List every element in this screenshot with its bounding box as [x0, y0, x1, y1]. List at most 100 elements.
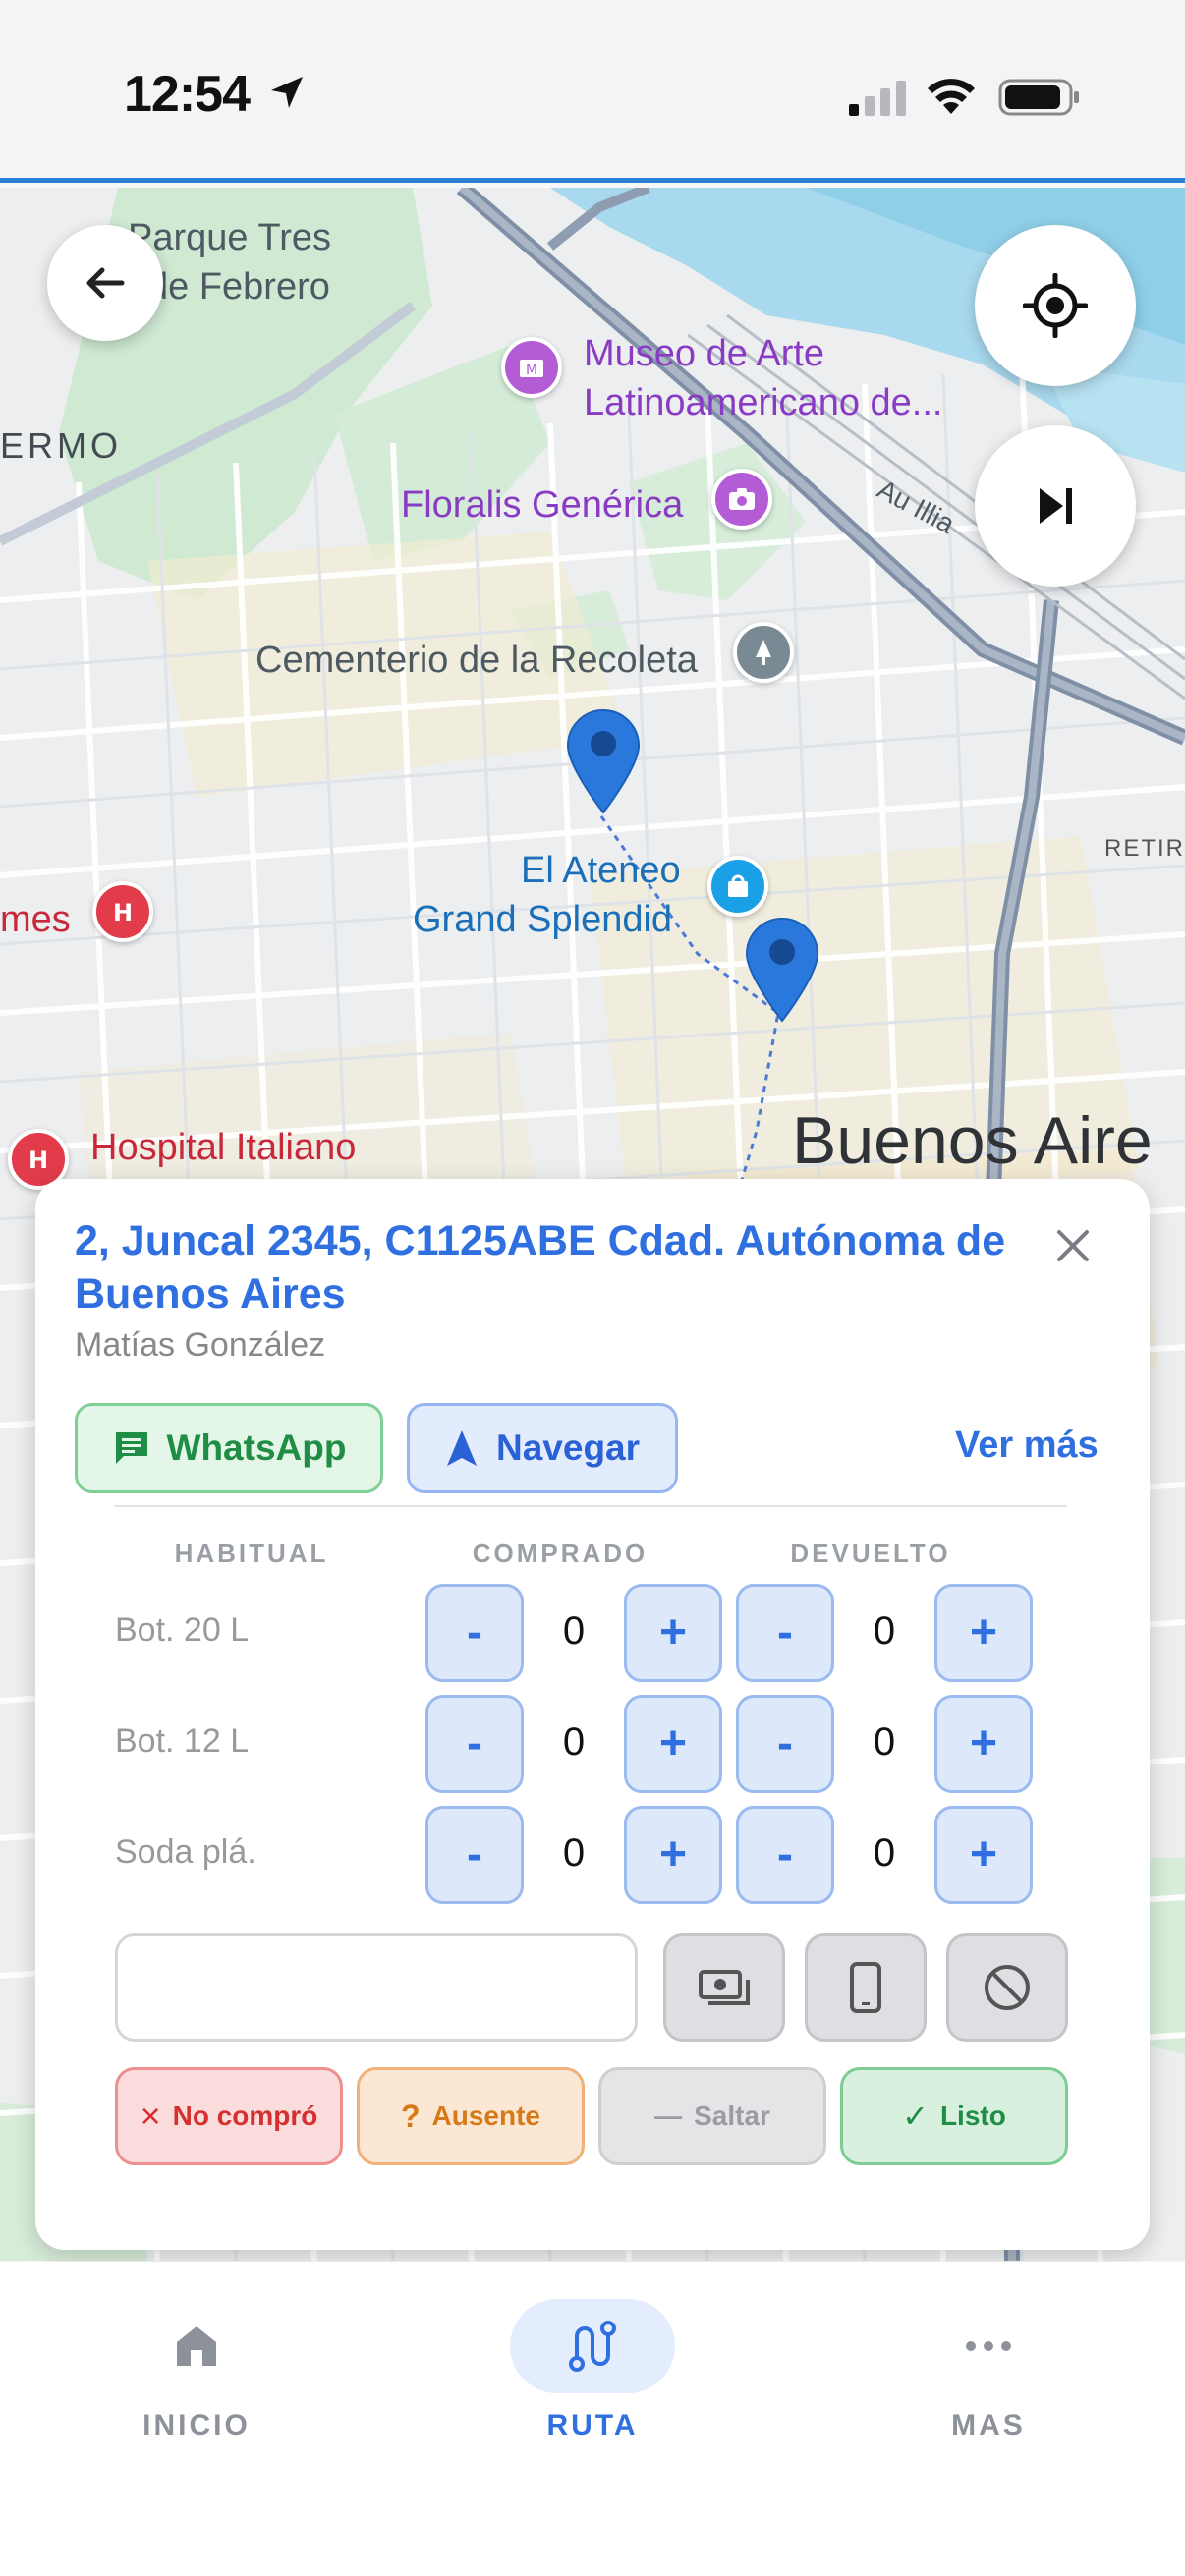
devuelto-minus-button[interactable]: - — [736, 1695, 834, 1793]
map-label-floralis: Floralis Genérica — [401, 484, 684, 526]
comprado-quantity: 0 — [562, 1609, 586, 1652]
comprado-minus-button[interactable]: - — [425, 1584, 524, 1682]
saltar-button[interactable]: — Saltar — [598, 2067, 826, 2165]
svg-text:H: H — [113, 899, 133, 926]
map-label-ateneo: El Ateneo — [521, 850, 681, 891]
navigate-button[interactable]: Navegar — [407, 1403, 678, 1493]
nav-label-mas: MAS — [951, 2409, 1026, 2441]
svg-text:H: H — [28, 1147, 48, 1174]
close-button[interactable] — [1047, 1220, 1099, 1271]
map-label-mes: mes — [0, 899, 71, 940]
devuelto-quantity: 0 — [873, 1609, 896, 1652]
nav-item-inicio[interactable]: INICIO — [69, 2299, 324, 2476]
devuelto-minus-button[interactable]: - — [736, 1806, 834, 1904]
no-payment-button[interactable] — [946, 1933, 1068, 2042]
comprado-quantity: 0 — [562, 1831, 586, 1875]
question-icon: ? — [400, 2098, 421, 2134]
product-name: Soda plá. — [115, 1833, 256, 1871]
nav-pill — [510, 2299, 675, 2393]
divider — [114, 1505, 1067, 1507]
cemetery-poi-icon[interactable] — [733, 622, 794, 683]
nav-item-ruta[interactable]: RUTA — [465, 2299, 720, 2476]
skip-next-icon — [1040, 488, 1072, 524]
nav-item-mas[interactable]: MAS — [861, 2299, 1116, 2476]
map-label-hospital: Hospital Italiano — [90, 1127, 357, 1168]
map-label-museo: Museo de Arte — [584, 333, 825, 374]
map-label-district: ERMO — [0, 425, 122, 466]
cash-icon — [699, 1970, 750, 2005]
nav-pill — [114, 2299, 279, 2393]
observation-input[interactable] — [115, 1933, 638, 2042]
message-icon — [115, 1432, 147, 1464]
close-icon: × — [140, 2096, 161, 2136]
home-icon — [177, 2326, 216, 2366]
crosshair-location-icon — [1023, 273, 1088, 338]
cash-payment-button[interactable] — [663, 1933, 785, 2042]
devuelto-quantity: 0 — [873, 1720, 896, 1764]
bottom-navigation: INICIO RUTA MAS — [0, 2262, 1185, 2576]
ausente-button[interactable]: ? Ausente — [357, 2067, 585, 2165]
ausente-label: Ausente — [431, 2100, 540, 2131]
battery-icon — [998, 79, 1079, 116]
devuelto-quantity: 0 — [873, 1831, 896, 1875]
map-label-febrero: de Febrero — [147, 266, 330, 308]
check-icon: ✓ — [902, 2099, 929, 2134]
skip-next-button[interactable] — [975, 425, 1136, 587]
whatsapp-button[interactable]: WhatsApp — [75, 1403, 383, 1493]
smartphone-icon — [850, 1962, 881, 2013]
column-header-comprado: COMPRADO — [472, 1539, 649, 1568]
comprado-plus-button[interactable]: + — [624, 1806, 722, 1904]
my-location-button[interactable] — [975, 225, 1136, 386]
route-stop-pin-icon[interactable] — [564, 706, 643, 814]
nav-label-ruta: RUTA — [546, 2409, 639, 2441]
back-button[interactable] — [47, 225, 163, 341]
product-name: Bot. 12 L — [115, 1722, 250, 1760]
camera-poi-icon[interactable] — [711, 469, 772, 530]
transfer-payment-button[interactable] — [805, 1933, 927, 2042]
navigate-label: Navegar — [495, 1428, 641, 1468]
devuelto-plus-button[interactable]: + — [934, 1695, 1033, 1793]
column-header-habitual: HABITUAL — [174, 1539, 329, 1568]
listo-label: Listo — [939, 2100, 1006, 2131]
comprado-minus-button[interactable]: - — [425, 1806, 524, 1904]
map-label-retiro: RETIR — [1104, 835, 1185, 862]
map-label-parque: Parque Tres — [128, 217, 331, 258]
comprado-quantity: 0 — [562, 1720, 586, 1764]
status-bar: 12:54 — [0, 0, 1185, 183]
map-label-museo-2: Latinoamericano de... — [584, 382, 943, 423]
no-compro-label: No compró — [172, 2100, 318, 2131]
client-name: Matías González — [75, 1326, 326, 1364]
nav-label-inicio: INICIO — [142, 2409, 251, 2441]
arrow-left-icon — [86, 267, 125, 299]
shopping-poi-icon[interactable] — [707, 856, 768, 917]
column-header-devuelto: DEVUELTO — [790, 1539, 951, 1568]
devuelto-plus-button[interactable]: + — [934, 1584, 1033, 1682]
devuelto-minus-button[interactable]: - — [736, 1584, 834, 1682]
nav-pill — [906, 2299, 1071, 2393]
listo-button[interactable]: ✓ Listo — [840, 2067, 1068, 2165]
museum-poi-icon[interactable]: M — [501, 337, 562, 398]
whatsapp-label: WhatsApp — [166, 1428, 347, 1468]
block-icon — [985, 1965, 1030, 2010]
stop-address: 2, Juncal 2345, C1125ABE Cdad. Autónoma … — [75, 1217, 1006, 1317]
status-time: 12:54 — [124, 66, 251, 123]
route-stop-pin-icon[interactable] — [743, 915, 821, 1023]
cellular-signal-icon — [849, 81, 906, 116]
wifi-icon — [928, 79, 975, 114]
ver-mas-link[interactable]: Ver más — [955, 1425, 1099, 1467]
svg-text:M: M — [526, 363, 537, 378]
hospital-poi-icon[interactable]: H — [92, 881, 153, 942]
close-icon — [1057, 1230, 1089, 1261]
dash-icon: — — [654, 2100, 683, 2131]
product-name: Bot. 20 L — [115, 1611, 250, 1649]
map-label-city: Buenos Aire — [792, 1103, 1153, 1178]
navigation-arrow-icon — [446, 1430, 477, 1466]
map-label-ateneo-2: Grand Splendid — [413, 899, 673, 940]
comprado-plus-button[interactable]: + — [624, 1584, 722, 1682]
comprado-minus-button[interactable]: - — [425, 1695, 524, 1793]
devuelto-plus-button[interactable]: + — [934, 1806, 1033, 1904]
comprado-plus-button[interactable]: + — [624, 1695, 722, 1793]
no-compro-button[interactable]: × No compró — [115, 2067, 343, 2165]
more-icon — [966, 2341, 1011, 2351]
location-arrow-icon — [271, 77, 303, 108]
